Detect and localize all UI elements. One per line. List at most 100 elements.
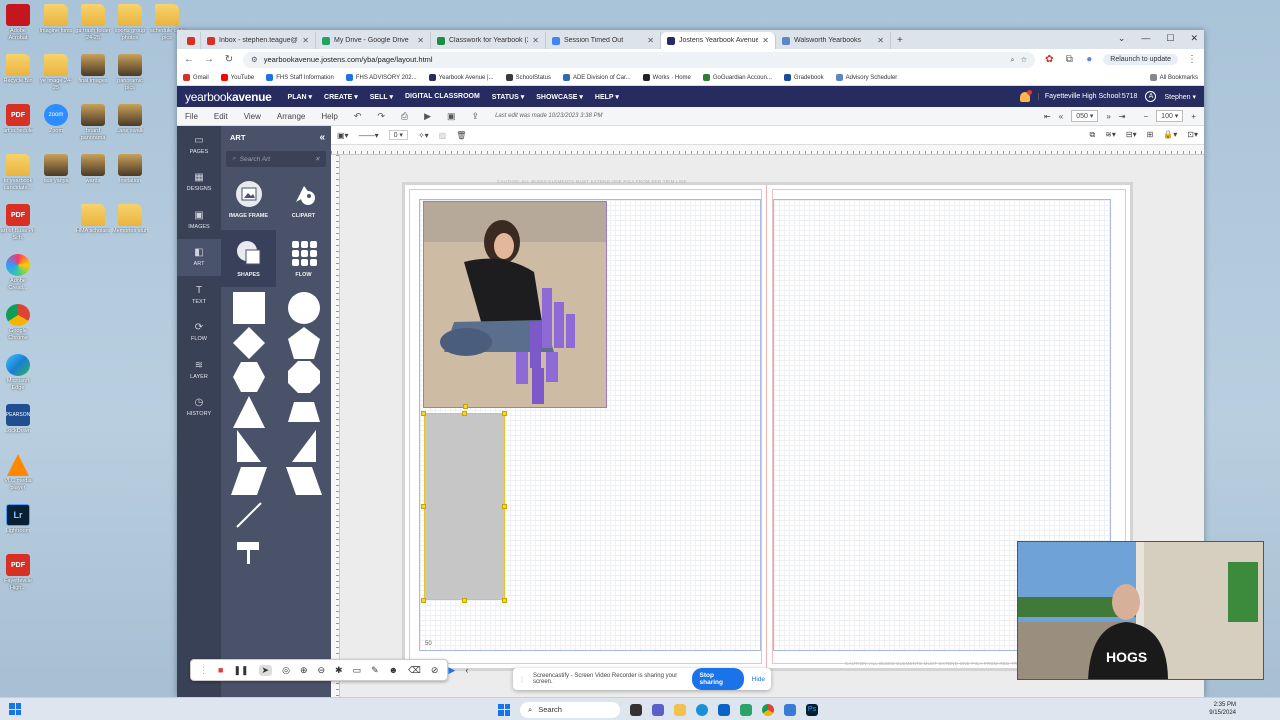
hide-button[interactable]: Hide bbox=[752, 676, 765, 683]
shape-line[interactable] bbox=[221, 498, 276, 533]
profile-avatar-icon[interactable]: ● bbox=[1083, 54, 1095, 65]
resize-handle-bl[interactable] bbox=[421, 598, 426, 603]
selected-rectangle[interactable] bbox=[424, 413, 505, 600]
edge-taskbar-icon[interactable] bbox=[696, 703, 708, 716]
desktop-icon[interactable]: PDF Fayetteville High... bbox=[0, 552, 36, 601]
shape-right-triangle-flipped[interactable] bbox=[276, 429, 331, 464]
shape-square[interactable] bbox=[221, 291, 276, 326]
zoom-in-icon[interactable]: + bbox=[1191, 112, 1196, 121]
distribute-icon[interactable]: ⊞ bbox=[1147, 130, 1154, 140]
submenu-item[interactable]: Arrange bbox=[277, 112, 305, 121]
main-menu-item[interactable]: SHOWCASE ▾ bbox=[536, 93, 583, 101]
collapse-panel-icon[interactable]: « bbox=[319, 132, 325, 143]
desktop-icon[interactable]: HMA scholars bbox=[75, 202, 111, 251]
submenu-item[interactable]: View bbox=[244, 112, 261, 121]
sidebar-item-flow[interactable]: ⟳ FLOW bbox=[177, 314, 221, 352]
category-flow[interactable]: FLOW bbox=[276, 230, 331, 287]
close-icon[interactable]: ✕ bbox=[1190, 33, 1198, 44]
stroke-width-select[interactable]: 0 ▾ bbox=[388, 130, 408, 140]
store-icon[interactable] bbox=[740, 703, 752, 716]
teams-icon[interactable] bbox=[652, 703, 664, 716]
desktop-icon[interactable]: Microsoft Edge bbox=[0, 352, 36, 401]
print-icon[interactable]: ⎙ bbox=[401, 111, 408, 122]
webcam-overlay[interactable]: HOGS bbox=[1017, 541, 1264, 680]
desktop-icon[interactable]: ga trash folder 24-25 bbox=[75, 2, 111, 51]
collapse-toolbar-icon[interactable]: ‹ bbox=[465, 665, 468, 675]
last-page-icon[interactable]: ⇥ bbox=[1119, 112, 1126, 121]
app-logo[interactable]: yearbookavenue bbox=[185, 90, 272, 104]
bookmark-item[interactable]: ADE Division of Car... bbox=[562, 74, 631, 81]
sidebar-item-history[interactable]: ◷ HISTORY bbox=[177, 389, 221, 427]
kebab-menu-icon[interactable]: ⋮ bbox=[1186, 54, 1198, 65]
resize-handle-br[interactable] bbox=[502, 598, 507, 603]
desktop-icon[interactable]: PDF art of Buss Pt-Sch. bbox=[0, 202, 36, 251]
desktop-icon[interactable]: final images bbox=[75, 52, 111, 101]
export-icon[interactable]: ⇪ bbox=[472, 111, 480, 122]
main-menu-item[interactable]: PLAN ▾ bbox=[288, 93, 313, 101]
tab-close-icon[interactable]: ✕ bbox=[877, 36, 884, 45]
undo-icon[interactable]: ↶ bbox=[354, 111, 362, 122]
relaunch-button[interactable]: Relaunch to update bbox=[1103, 54, 1178, 65]
clear-search-icon[interactable]: ✕ bbox=[315, 155, 320, 163]
browser-tab[interactable]: Session Timed Out ✕ bbox=[546, 32, 661, 49]
desktop-icon[interactable]: sports group photos bbox=[112, 2, 148, 51]
user-menu[interactable]: Stephen ▾ bbox=[1164, 93, 1196, 101]
extension-icon[interactable]: ✿ bbox=[1043, 54, 1055, 65]
resize-handle-tl[interactable] bbox=[421, 411, 426, 416]
desktop-icon[interactable]: Lr Lightroom bbox=[0, 502, 36, 551]
desktop-icon[interactable]: Lane swalk bbox=[112, 102, 148, 151]
resize-handle-tc[interactable] bbox=[462, 411, 467, 416]
resize-handle-mr[interactable] bbox=[502, 504, 507, 509]
zoom-select[interactable]: 100 ▾ bbox=[1156, 110, 1184, 122]
drag-handle-icon[interactable]: ⋮ bbox=[199, 665, 208, 676]
next-page-icon[interactable]: » bbox=[1106, 112, 1110, 121]
new-tab-icon[interactable]: + bbox=[897, 35, 903, 46]
sidebar-item-text[interactable]: T TEXT bbox=[177, 276, 221, 314]
all-bookmarks-button[interactable]: All Bookmarks bbox=[1149, 74, 1198, 81]
browser-tab[interactable] bbox=[181, 32, 201, 49]
fill-color-icon[interactable]: ▣▾ bbox=[337, 131, 349, 140]
main-menu-item[interactable]: HELP ▾ bbox=[595, 93, 619, 101]
shape-right-triangle[interactable] bbox=[221, 429, 276, 464]
preview-icon[interactable]: ▶ bbox=[424, 111, 431, 122]
maximize-icon[interactable]: ☐ bbox=[1166, 33, 1174, 44]
shape-parallelogram[interactable] bbox=[221, 464, 276, 499]
sidebar-item-art[interactable]: ◧ ART bbox=[177, 238, 221, 276]
stroke-style-icon[interactable]: ——▾ bbox=[359, 131, 379, 140]
shape-hexagon[interactable] bbox=[221, 360, 276, 395]
main-menu-item[interactable]: SELL ▾ bbox=[370, 93, 393, 101]
outlook-icon[interactable] bbox=[718, 703, 730, 716]
bookmark-item[interactable]: GoGuardian Accoun... bbox=[702, 74, 772, 81]
bookmark-item[interactable]: Gmail bbox=[183, 74, 209, 81]
photo-frame-handle[interactable] bbox=[463, 404, 468, 409]
redo-icon[interactable]: ↷ bbox=[377, 111, 385, 122]
hide-drawing-icon[interactable]: ⊘ bbox=[431, 665, 439, 676]
bookmark-item[interactable]: YouTube bbox=[220, 74, 254, 81]
shape-octagon[interactable] bbox=[276, 360, 331, 395]
bookmark-star-icon[interactable]: ☆ bbox=[1021, 55, 1028, 64]
system-clock[interactable]: 2:35 PM 9/15/2024 bbox=[1209, 701, 1236, 717]
chrome-taskbar-icon[interactable] bbox=[762, 703, 774, 716]
address-bar[interactable]: ⚙ yearbookavenue.jostens.com/yba/page/la… bbox=[243, 51, 1036, 68]
desktop-icon[interactable]: Adobe Acrobat bbox=[0, 2, 36, 51]
browser-tab[interactable]: Walsworth Yearbooks ✕ bbox=[776, 32, 891, 49]
photoshop-icon[interactable]: Ps bbox=[806, 703, 818, 716]
forward-icon[interactable]: → bbox=[203, 54, 215, 65]
main-menu-item[interactable]: STATUS ▾ bbox=[492, 93, 524, 101]
desktop-icon[interactable]: board panorama bbox=[75, 102, 111, 151]
effects-icon[interactable]: ✧▾ bbox=[418, 131, 429, 140]
more-icon[interactable]: ⊡▾ bbox=[1187, 130, 1198, 140]
shape-diamond[interactable] bbox=[221, 326, 276, 361]
desktop-icon[interactable]: Imagine fonts bbox=[38, 2, 74, 51]
windows-start-icon[interactable] bbox=[498, 703, 510, 716]
main-menu-item[interactable]: DIGITAL CLASSROOM bbox=[405, 93, 480, 101]
shape-pentagon[interactable] bbox=[276, 326, 331, 361]
bookmark-item[interactable]: Gradebook bbox=[783, 74, 824, 81]
shape-triangle[interactable] bbox=[221, 395, 276, 430]
desktop-icon[interactable]: Adobe Creati... bbox=[0, 252, 36, 301]
shape-parallelogram-flipped[interactable] bbox=[276, 464, 331, 499]
bookmark-item[interactable]: FHS ADVISORY 202... bbox=[345, 74, 417, 81]
zoom-out-tool-icon[interactable]: ⊖ bbox=[317, 665, 325, 676]
category-image-frame[interactable]: IMAGE FRAME bbox=[221, 171, 276, 228]
desktop-icon[interactable]: bus yanya bbox=[38, 152, 74, 201]
